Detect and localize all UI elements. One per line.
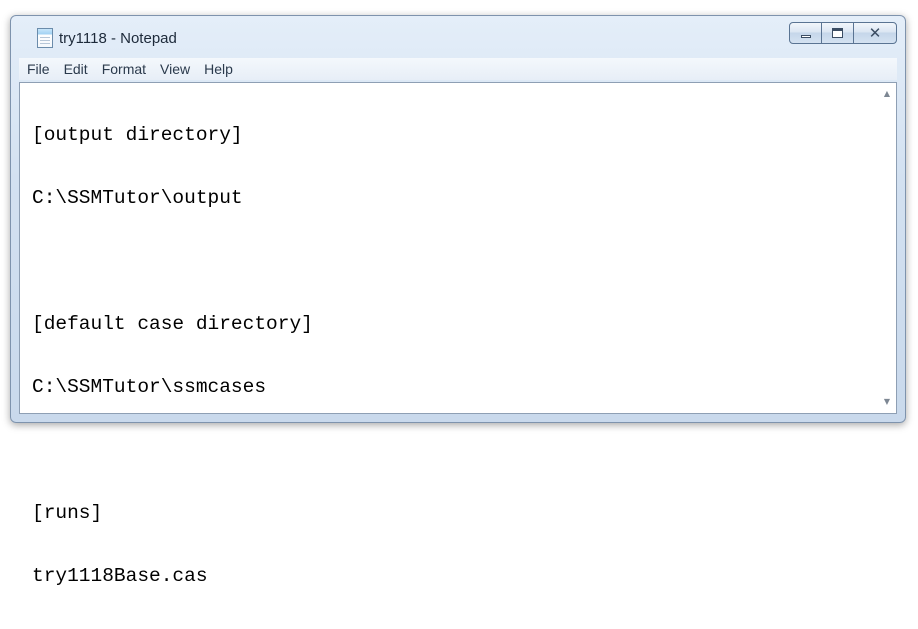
maximize-icon — [832, 28, 843, 38]
notepad-window: try1118 - Notepad ✕ File Edit Format Vie… — [10, 15, 906, 587]
scroll-up-arrow-icon[interactable]: ▲ — [878, 85, 896, 103]
text-line: try1118Base.cas — [32, 565, 208, 587]
text-line: [default case directory] — [32, 313, 313, 335]
text-line: C:\SSMTutor\output — [32, 187, 243, 209]
vertical-scrollbar[interactable]: ▲ ▼ — [878, 83, 896, 413]
menu-format[interactable]: Format — [96, 61, 152, 77]
document-text[interactable]: [output directory] C:\SSMTutor\output [d… — [32, 83, 874, 587]
close-icon: ✕ — [868, 24, 882, 42]
scroll-down-arrow-icon[interactable]: ▼ — [878, 393, 896, 411]
menu-view[interactable]: View — [154, 61, 196, 77]
menu-bar: File Edit Format View Help — [19, 58, 897, 80]
maximize-button[interactable] — [821, 22, 854, 44]
window-title: try1118 - Notepad — [59, 30, 177, 47]
text-line — [32, 440, 874, 461]
close-button[interactable]: ✕ — [853, 22, 897, 44]
text-line: [runs] — [32, 502, 103, 524]
notepad-app-icon[interactable] — [37, 28, 53, 48]
text-line — [32, 251, 874, 272]
minimize-icon — [801, 35, 811, 38]
menu-edit[interactable]: Edit — [58, 61, 94, 77]
text-line: C:\SSMTutor\ssmcases — [32, 376, 267, 398]
menu-file[interactable]: File — [19, 61, 56, 77]
text-line: [output directory] — [32, 124, 243, 146]
menu-help[interactable]: Help — [198, 61, 239, 77]
caption-buttons: ✕ — [789, 22, 897, 44]
title-bar[interactable]: try1118 - Notepad ✕ — [11, 16, 905, 58]
text-editor[interactable]: [output directory] C:\SSMTutor\output [d… — [19, 82, 897, 587]
minimize-button[interactable] — [789, 22, 822, 44]
